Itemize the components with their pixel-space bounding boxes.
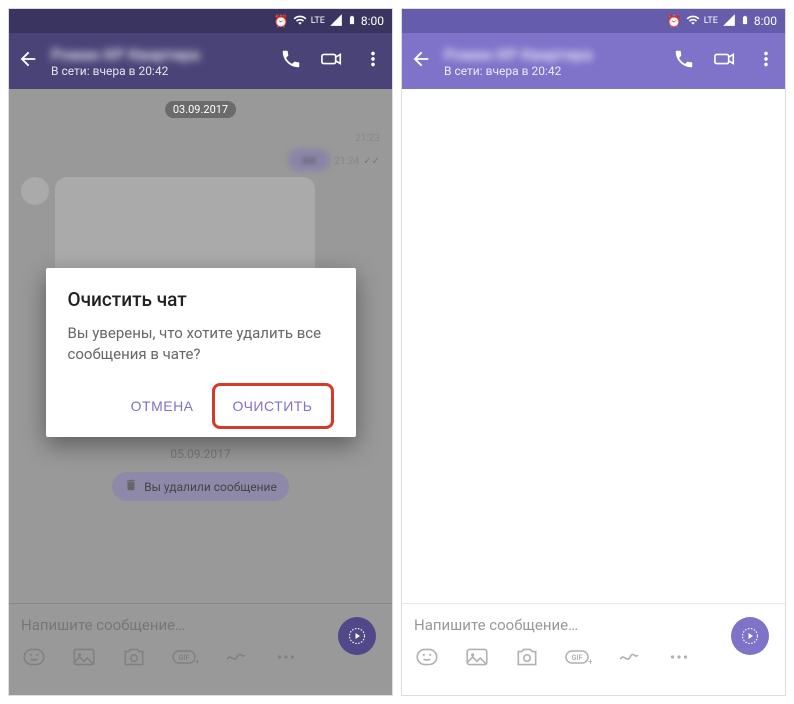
gif-icon[interactable]: GIF + [564, 644, 592, 674]
back-icon[interactable] [410, 48, 432, 74]
dialog-overlay: Очистить чат Вы уверены, что хотите удал… [9, 9, 392, 695]
chat-header: Роман КР Квартира В сети: вчера в 20:42 [402, 33, 785, 89]
highlight-annotation: ОЧИСТИТЬ [212, 383, 334, 429]
signal-icon [722, 13, 736, 30]
send-button[interactable] [731, 617, 769, 655]
video-icon[interactable] [713, 48, 737, 74]
contact-name: Роман КР Квартира [444, 45, 661, 64]
sticker-icon[interactable] [414, 644, 440, 674]
dialog-message: Вы уверены, что хотите удалить все сообщ… [68, 323, 334, 365]
menu-icon[interactable] [755, 48, 777, 74]
call-icon[interactable] [673, 48, 695, 74]
status-bar: ⏰ LTE 8:00 [402, 9, 785, 33]
phone-left: ⏰ LTE 8:00 Роман КР Квартира В сети: вче… [8, 8, 393, 696]
battery-icon [740, 13, 750, 30]
cancel-button[interactable]: ОТМЕНА [119, 383, 206, 429]
doodle-icon[interactable] [616, 644, 642, 674]
wifi-icon [686, 13, 700, 30]
gallery-icon[interactable] [464, 644, 490, 674]
alarm-icon: ⏰ [667, 14, 682, 28]
phone-right: ⏰ LTE 8:00 Роман КР Квартира В сети: вче… [401, 8, 786, 696]
more-icon[interactable] [666, 644, 692, 674]
clear-chat-dialog: Очистить чат Вы уверены, что хотите удал… [46, 268, 356, 437]
dialog-title: Очистить чат [68, 288, 334, 311]
svg-text:+: + [588, 658, 592, 668]
message-input[interactable]: Напишите сообщение… [414, 612, 773, 634]
confirm-button[interactable]: ОЧИСТИТЬ [221, 388, 325, 424]
clock-time: 8:00 [754, 14, 777, 28]
input-bar: Напишите сообщение… GIF + [402, 603, 785, 695]
camera-icon[interactable] [514, 644, 540, 674]
svg-text:GIF: GIF [572, 654, 583, 662]
chat-area-empty [402, 89, 785, 645]
network-label: LTE [704, 16, 718, 26]
online-status: В сети: вчера в 20:42 [444, 64, 661, 78]
